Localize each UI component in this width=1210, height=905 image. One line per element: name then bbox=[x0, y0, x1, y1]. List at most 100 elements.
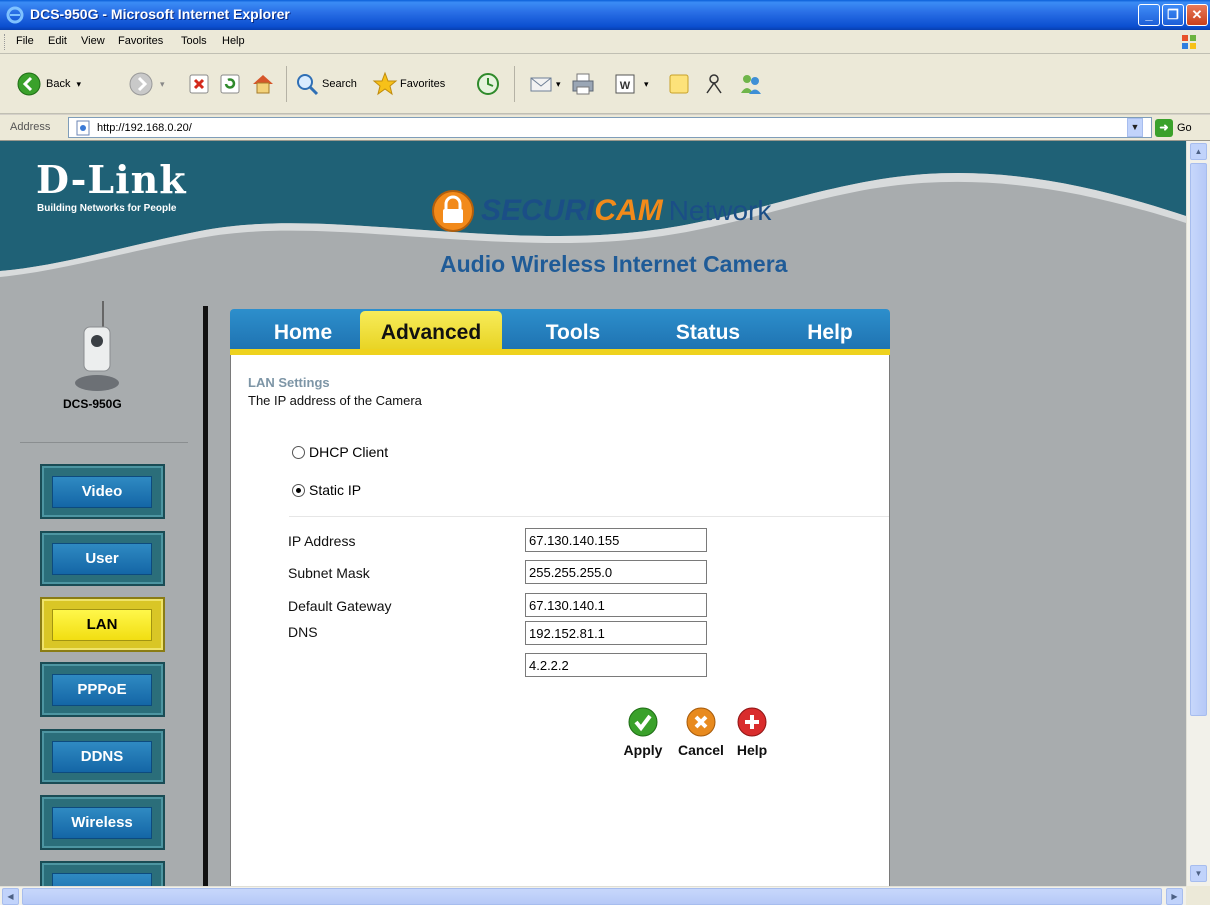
toolbar-separator bbox=[286, 66, 287, 102]
mail-dropdown-icon[interactable]: ▾ bbox=[556, 79, 561, 90]
print-button[interactable] bbox=[570, 67, 596, 101]
dns-label: DNS bbox=[288, 624, 318, 640]
section-title: LAN Settings bbox=[248, 375, 330, 390]
edit-word-button[interactable]: W ▾ bbox=[612, 67, 649, 101]
nav-video[interactable]: Video bbox=[40, 464, 165, 519]
apply-check-icon bbox=[628, 707, 658, 737]
dhcp-radio[interactable] bbox=[292, 445, 305, 459]
word-edit-icon: W bbox=[615, 74, 635, 94]
dlink-tagline: Building Networks for People bbox=[37, 203, 177, 214]
menu-edit[interactable]: Edit bbox=[48, 35, 67, 47]
nav-pppoe[interactable]: PPPoE bbox=[40, 662, 165, 717]
close-button[interactable]: ✕ bbox=[1186, 4, 1208, 26]
minimize-button[interactable]: _ bbox=[1138, 4, 1160, 26]
nav-more[interactable] bbox=[40, 861, 165, 886]
tab-help[interactable]: Help bbox=[780, 311, 880, 351]
vertical-scroll-thumb[interactable] bbox=[1190, 163, 1207, 716]
vertical-scrollbar[interactable]: ▲ ▼ bbox=[1186, 141, 1210, 886]
nav-user-label: User bbox=[52, 543, 152, 575]
windows-flag-icon bbox=[1182, 35, 1196, 49]
menu-file[interactable]: File bbox=[16, 35, 34, 47]
window-titlebar: DCS-950G - Microsoft Internet Explorer _… bbox=[0, 0, 1210, 30]
default-gateway-label: Default Gateway bbox=[288, 598, 392, 614]
sidebar-vertical-rule bbox=[203, 306, 208, 886]
toolbar-separator bbox=[514, 66, 515, 102]
scroll-right-icon[interactable]: ▶ bbox=[1166, 888, 1183, 905]
back-arrow-icon bbox=[17, 72, 41, 96]
securicam-brand-cam: CAM bbox=[594, 194, 663, 227]
apply-button[interactable]: Apply bbox=[618, 707, 668, 758]
securicam-logo: SECURICAM Network bbox=[431, 189, 771, 233]
cancel-label: Cancel bbox=[678, 742, 724, 758]
address-url: http://192.168.0.20/ bbox=[97, 122, 192, 134]
refresh-icon bbox=[220, 74, 240, 94]
menu-view[interactable]: View bbox=[81, 35, 105, 47]
default-gateway-input[interactable]: 67.130.140.1 bbox=[525, 593, 707, 617]
back-button[interactable]: Back ▾ bbox=[16, 67, 81, 101]
menu-bar: File Edit View Favorites Tools Help bbox=[0, 30, 1210, 54]
tab-tools[interactable]: Tools bbox=[512, 311, 634, 351]
address-dropdown-icon[interactable]: ▼ bbox=[1127, 118, 1143, 137]
forward-dropdown-icon[interactable]: ▾ bbox=[160, 79, 165, 90]
cancel-x-icon bbox=[686, 707, 716, 737]
nav-more-label bbox=[52, 873, 152, 886]
search-button[interactable]: Search bbox=[294, 67, 357, 101]
svg-text:W: W bbox=[620, 80, 631, 92]
favorites-label: Favorites bbox=[400, 78, 446, 90]
history-icon bbox=[477, 73, 499, 95]
static-ip-option[interactable]: Static IP bbox=[292, 482, 361, 498]
stop-button[interactable] bbox=[186, 67, 212, 101]
horizontal-scroll-thumb[interactable] bbox=[22, 888, 1162, 905]
dns-secondary-input[interactable]: 4.2.2.2 bbox=[525, 653, 707, 677]
tab-status[interactable]: Status bbox=[648, 311, 768, 351]
tab-advanced[interactable]: Advanced bbox=[360, 311, 502, 351]
back-dropdown-icon[interactable]: ▾ bbox=[76, 79, 81, 90]
securicam-network: Network bbox=[668, 195, 772, 226]
help-button[interactable]: Help bbox=[732, 707, 772, 758]
dhcp-client-option[interactable]: DHCP Client bbox=[292, 444, 388, 460]
address-bar: Address http://192.168.0.20/ ▼ ➜ Go bbox=[0, 115, 1210, 141]
scroll-up-icon[interactable]: ▲ bbox=[1190, 143, 1207, 160]
scroll-down-icon[interactable]: ▼ bbox=[1190, 865, 1207, 882]
nav-ddns[interactable]: DDNS bbox=[40, 729, 165, 784]
edit-dropdown-icon[interactable]: ▾ bbox=[644, 79, 649, 90]
window-title: DCS-950G - Microsoft Internet Explorer bbox=[30, 6, 290, 22]
go-label: Go bbox=[1177, 122, 1192, 134]
static-ip-radio[interactable] bbox=[292, 483, 305, 497]
history-button[interactable] bbox=[475, 67, 501, 101]
subnet-mask-input[interactable]: 255.255.255.0 bbox=[525, 560, 707, 584]
help-label: Help bbox=[736, 742, 768, 758]
messenger-button[interactable] bbox=[738, 67, 764, 101]
menu-tools[interactable]: Tools bbox=[181, 35, 207, 47]
subnet-mask-label: Subnet Mask bbox=[288, 565, 370, 581]
dns-primary-input[interactable]: 192.152.81.1 bbox=[525, 621, 707, 645]
forward-button[interactable]: ▾ bbox=[128, 67, 165, 101]
menu-favorites[interactable]: Favorites bbox=[118, 35, 163, 47]
scroll-left-icon[interactable]: ◀ bbox=[2, 888, 19, 905]
favorites-button[interactable]: Favorites bbox=[372, 67, 445, 101]
ip-address-input[interactable]: 67.130.140.155 bbox=[525, 528, 707, 552]
research-icon bbox=[706, 74, 722, 94]
horizontal-scrollbar[interactable]: ◀ ▶ bbox=[0, 886, 1186, 905]
nav-lan-label: LAN bbox=[52, 609, 152, 641]
tab-home[interactable]: Home bbox=[248, 311, 358, 351]
search-icon bbox=[297, 74, 319, 96]
restore-button[interactable]: ❐ bbox=[1162, 4, 1184, 26]
nav-user[interactable]: User bbox=[40, 531, 165, 586]
section-subtitle: The IP address of the Camera bbox=[248, 393, 422, 408]
nav-lan[interactable]: LAN bbox=[40, 597, 165, 652]
nav-wireless-label: Wireless bbox=[52, 807, 152, 839]
home-button[interactable] bbox=[250, 67, 276, 101]
go-button[interactable]: ➜ Go bbox=[1155, 119, 1192, 137]
page-viewport: D-Link Building Networks for People SECU… bbox=[0, 141, 1186, 886]
apply-label: Apply bbox=[623, 742, 663, 758]
mail-button[interactable]: ▾ bbox=[528, 67, 561, 101]
nav-video-label: Video bbox=[52, 476, 152, 508]
address-input[interactable]: http://192.168.0.20/ bbox=[68, 117, 1152, 138]
nav-wireless[interactable]: Wireless bbox=[40, 795, 165, 850]
discuss-button[interactable] bbox=[666, 67, 692, 101]
cancel-button[interactable]: Cancel bbox=[672, 707, 730, 758]
menu-help[interactable]: Help bbox=[222, 35, 245, 47]
research-button[interactable] bbox=[702, 67, 728, 101]
refresh-button[interactable] bbox=[217, 67, 243, 101]
